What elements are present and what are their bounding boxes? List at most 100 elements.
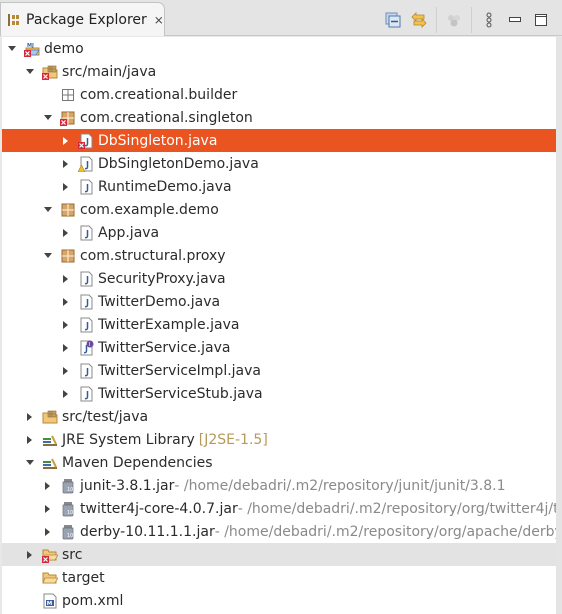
toggle-spacer xyxy=(24,595,36,607)
collapse-toggle-icon[interactable] xyxy=(60,342,72,354)
tree-item-label: src/test/java xyxy=(62,408,149,425)
minimize-button[interactable] xyxy=(502,9,528,31)
tree-item[interactable]: src/test/java xyxy=(2,405,556,428)
tree-item-label: demo xyxy=(44,40,84,57)
java-interface-file-icon: I xyxy=(78,340,94,356)
tree-item[interactable]: TwitterServiceStub.java xyxy=(2,382,556,405)
collapse-toggle-icon[interactable] xyxy=(42,480,54,492)
collapse-toggle-icon[interactable] xyxy=(24,434,36,446)
collapse-toggle-icon[interactable] xyxy=(60,319,72,331)
java-file-icon xyxy=(78,133,94,149)
tree-item[interactable]: target xyxy=(2,566,556,589)
expand-toggle-icon[interactable] xyxy=(42,204,54,216)
tree-item[interactable]: DbSingleton.java xyxy=(2,129,556,152)
tree-item[interactable]: TwitterExample.java xyxy=(2,313,556,336)
java-file-icon xyxy=(78,179,94,195)
tree-item[interactable]: Mpom.xml xyxy=(2,589,556,612)
tree-item-label: Maven Dependencies xyxy=(62,454,213,471)
collapse-toggle-icon[interactable] xyxy=(42,526,54,538)
view-header: Package Explorer ⨯ xyxy=(0,0,562,36)
expand-toggle-icon[interactable] xyxy=(42,250,54,262)
collapse-toggle-icon[interactable] xyxy=(24,549,36,561)
package-explorer-icon xyxy=(7,13,21,27)
tree-item-label: src xyxy=(62,546,83,563)
tree-item-label: derby-10.11.1.1.jar xyxy=(80,523,215,540)
svg-text:MJ: MJ xyxy=(27,43,34,49)
jar-path-decoration: - /home/debadri/.m2/repository/junit/jun… xyxy=(174,477,506,494)
java-file-icon xyxy=(78,363,94,379)
tree-item[interactable]: JRE System Library [J2SE-1.5] xyxy=(2,428,556,451)
collapse-toggle-icon[interactable] xyxy=(60,365,72,377)
collapse-toggle-icon[interactable] xyxy=(60,273,72,285)
tree-item[interactable]: Maven Dependencies xyxy=(2,451,556,474)
collapse-toggle-icon[interactable] xyxy=(60,227,72,239)
collapse-toggle-icon[interactable] xyxy=(60,296,72,308)
tree-item[interactable]: MJ demo xyxy=(2,37,556,60)
source-folder-icon xyxy=(42,409,58,425)
expand-toggle-icon[interactable] xyxy=(24,66,36,78)
tree-item[interactable]: com.creational.singleton xyxy=(2,106,556,129)
expand-toggle-icon[interactable] xyxy=(42,112,54,124)
folder-icon xyxy=(42,547,58,563)
tree-item[interactable]: src xyxy=(2,543,556,566)
close-icon[interactable]: ⨯ xyxy=(154,13,164,27)
collapse-toggle-icon[interactable] xyxy=(60,181,72,193)
view-menu-button[interactable] xyxy=(476,9,502,31)
svg-text:M: M xyxy=(47,601,52,607)
source-folder-icon xyxy=(42,64,58,80)
tree-item-label: twitter4j-core-4.0.7.jar xyxy=(80,500,238,517)
svg-text:I: I xyxy=(89,342,90,348)
tree-item-label: junit-3.8.1.jar xyxy=(80,477,175,494)
collapse-all-icon xyxy=(385,12,401,28)
maximize-button[interactable] xyxy=(528,9,554,31)
java-file-icon xyxy=(78,271,94,287)
toggle-spacer xyxy=(24,572,36,584)
tree-item-label: App.java xyxy=(98,224,160,241)
tree-item-label: TwitterDemo.java xyxy=(98,293,221,310)
java-file-icon xyxy=(78,156,94,172)
tree-item[interactable]: src/main/java xyxy=(2,60,556,83)
collapse-toggle-icon[interactable] xyxy=(60,135,72,147)
package-icon xyxy=(60,248,76,264)
tree-item[interactable]: SecurityProxy.java xyxy=(2,267,556,290)
tree-item[interactable]: I TwitterService.java xyxy=(2,336,556,359)
tree-item-label: com.creational.singleton xyxy=(80,109,253,126)
tree-item[interactable]: com.creational.builder xyxy=(2,83,556,106)
package-icon xyxy=(60,202,76,218)
expand-toggle-icon[interactable] xyxy=(24,457,36,469)
maven-project-icon: MJ xyxy=(24,41,40,57)
collapse-toggle-icon[interactable] xyxy=(60,388,72,400)
expand-toggle-icon[interactable] xyxy=(6,43,18,55)
jar-icon: 10 xyxy=(60,524,76,540)
collapse-toggle-icon[interactable] xyxy=(42,503,54,515)
tree-item[interactable]: RuntimeDemo.java xyxy=(2,175,556,198)
tree-item-label: TwitterServiceImpl.java xyxy=(98,362,261,379)
svg-text:10: 10 xyxy=(67,510,73,516)
tree-item[interactable]: DbSingletonDemo.java xyxy=(2,152,556,175)
focus-active-task-button[interactable] xyxy=(441,9,467,31)
tree-item[interactable]: com.example.demo xyxy=(2,198,556,221)
tree-item-label: TwitterServiceStub.java xyxy=(98,385,263,402)
tree-item[interactable]: App.java xyxy=(2,221,556,244)
tree-item[interactable]: com.structural.proxy xyxy=(2,244,556,267)
tree-item[interactable]: 10 junit-3.8.1.jar - /home/debadri/.m2/re… xyxy=(2,474,556,497)
library-version-decoration: [J2SE-1.5] xyxy=(198,431,268,448)
svg-text:10: 10 xyxy=(67,533,73,539)
tree-item[interactable]: TwitterServiceImpl.java xyxy=(2,359,556,382)
collapse-all-button[interactable] xyxy=(380,9,406,31)
tree-item[interactable]: TwitterDemo.java xyxy=(2,290,556,313)
svg-text:10: 10 xyxy=(67,487,73,493)
tree-item-label: DbSingleton.java xyxy=(98,132,218,149)
library-icon xyxy=(42,432,58,448)
tab-package-explorer[interactable]: Package Explorer ⨯ xyxy=(0,2,165,36)
tree-item[interactable]: 10 twitter4j-core-4.0.7.jar - /home/debad… xyxy=(2,497,556,520)
link-with-editor-button[interactable] xyxy=(406,9,432,31)
jar-path-decoration: - /home/debadri/.m2/repository/org/twitt… xyxy=(237,500,556,517)
tree-item[interactable]: 10 derby-10.11.1.1.jar - /home/debadri/.m… xyxy=(2,520,556,543)
package-icon xyxy=(60,110,76,126)
vertical-scrollbar[interactable] xyxy=(556,37,562,614)
collapse-toggle-icon[interactable] xyxy=(60,158,72,170)
tree-item-label: TwitterService.java xyxy=(98,339,231,356)
tree-item-label: SecurityProxy.java xyxy=(98,270,226,287)
collapse-toggle-icon[interactable] xyxy=(24,411,36,423)
